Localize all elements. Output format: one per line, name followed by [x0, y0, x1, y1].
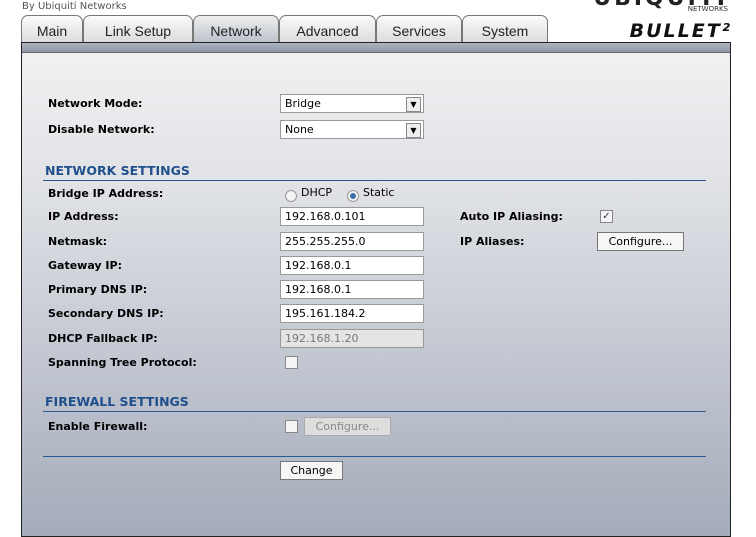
auto-ip-aliasing-label: Auto IP Aliasing:	[460, 210, 563, 223]
chevron-down-icon: ▼	[406, 97, 421, 112]
ip-aliases-configure-button[interactable]: Configure...	[597, 232, 684, 251]
primary-dns-label: Primary DNS IP:	[48, 283, 148, 296]
disable-network-label: Disable Network:	[48, 123, 155, 136]
tab-link-setup[interactable]: Link Setup	[83, 15, 193, 42]
secondary-dns-label: Secondary DNS IP:	[48, 307, 164, 320]
network-mode-value: Bridge	[285, 97, 321, 110]
logo-sub: NETWORKS	[687, 5, 728, 13]
dhcp-label: DHCP	[301, 186, 333, 199]
primary-dns-input[interactable]: 192.168.0.1	[280, 280, 424, 299]
divider	[43, 180, 706, 181]
network-mode-select[interactable]: Bridge ▼	[280, 94, 424, 113]
static-radio[interactable]	[347, 190, 359, 202]
tab-services[interactable]: Services	[376, 15, 462, 42]
tab-advanced[interactable]: Advanced	[279, 15, 376, 42]
auto-ip-aliasing-checkbox[interactable]: ✓	[600, 210, 613, 223]
divider	[43, 411, 706, 412]
stp-label: Spanning Tree Protocol:	[48, 356, 197, 369]
bridge-ip-label: Bridge IP Address:	[48, 187, 164, 200]
tab-network[interactable]: Network	[193, 15, 279, 44]
enable-firewall-checkbox[interactable]	[285, 420, 298, 433]
dhcp-fallback-label: DHCP Fallback IP:	[48, 332, 158, 345]
secondary-dns-input[interactable]: 195.161.184.2	[280, 304, 424, 323]
dhcp-radio[interactable]	[285, 190, 297, 202]
chevron-down-icon: ▼	[406, 123, 421, 138]
disable-network-select[interactable]: None ▼	[280, 120, 424, 139]
tab-main[interactable]: Main	[21, 15, 83, 42]
stp-checkbox[interactable]	[285, 356, 298, 369]
change-button[interactable]: Change	[280, 461, 343, 480]
netmask-input[interactable]: 255.255.255.0	[280, 232, 424, 251]
dhcp-fallback-input: 192.168.1.20	[280, 329, 424, 348]
tab-system[interactable]: System	[462, 15, 548, 42]
firewall-configure-button: Configure...	[304, 417, 391, 436]
firewall-settings-heading: FIREWALL SETTINGS	[45, 394, 189, 409]
disable-network-value: None	[285, 123, 314, 136]
network-settings-heading: NETWORK SETTINGS	[45, 163, 190, 178]
static-label: Static	[363, 186, 395, 199]
ip-aliases-label: IP Aliases:	[460, 235, 525, 248]
byline: By Ubiquiti Networks	[22, 1, 127, 12]
divider	[43, 456, 706, 457]
product-logo: BULLET²	[629, 20, 732, 42]
enable-firewall-label: Enable Firewall:	[48, 420, 148, 433]
panel-header-band	[22, 43, 730, 53]
ip-input[interactable]: 192.168.0.101	[280, 207, 424, 226]
gateway-input[interactable]: 192.168.0.1	[280, 256, 424, 275]
gateway-label: Gateway IP:	[48, 259, 122, 272]
network-mode-label: Network Mode:	[48, 97, 143, 110]
ip-label: IP Address:	[48, 210, 119, 223]
netmask-label: Netmask:	[48, 235, 108, 248]
